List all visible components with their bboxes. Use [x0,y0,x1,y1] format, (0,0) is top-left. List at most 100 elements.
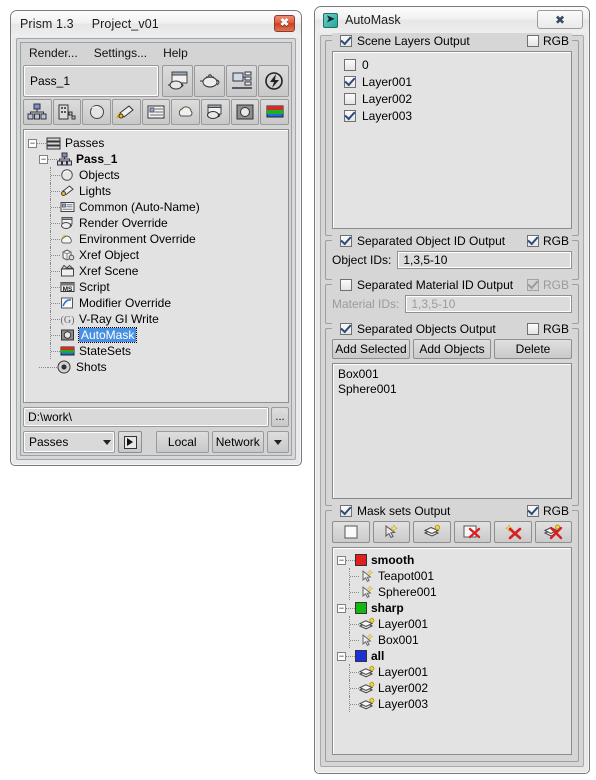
common-icon[interactable] [141,99,171,125]
render-preview-icon[interactable] [162,65,193,97]
mask-set-row[interactable]: − sharp [337,600,567,616]
expander-icon[interactable]: − [337,555,346,565]
mask-set-row[interactable]: − smooth [337,552,567,568]
tree-node-modifier-override[interactable]: Modifier Override [28,295,284,311]
scene-layer-row[interactable]: Layer003 [338,107,566,124]
scene-layers-enable-checkbox[interactable] [340,34,352,47]
prism-tree[interactable]: − Passes − Pass_1 Objects Lights Common … [23,129,289,403]
scene-layer-row[interactable]: Layer001 [338,73,566,90]
delete-mask-set-icon[interactable] [453,521,491,543]
scene-layer-checkbox[interactable] [344,109,356,122]
tree-node-render-override[interactable]: Render Override [28,215,284,231]
expander-icon[interactable]: − [39,154,48,164]
mask-set-item-row[interactable]: Box001 [337,632,567,648]
pass-name-input[interactable]: Pass_1 [23,65,159,97]
objects-output-rgb-checkbox[interactable] [526,322,539,335]
tree-node-lights[interactable]: Lights [28,183,284,199]
tree-label-pass1: Pass_1 [76,152,118,166]
tree-label-common-auto-name: Common (Auto-Name) [79,200,200,214]
tree-node-script[interactable]: MS Script [28,279,284,295]
expander-icon[interactable]: − [337,651,346,661]
add-objects-button[interactable]: Add Objects [413,339,491,359]
mask-set-item-row[interactable]: Layer002 [337,680,567,696]
scene-layer-row[interactable]: Layer002 [338,90,566,107]
mask-set-color-swatch[interactable] [355,650,367,662]
mask-set-item-row[interactable]: Layer001 [337,616,567,632]
render-options-dropdown[interactable] [267,431,289,453]
scope-select[interactable]: Passes [23,431,115,453]
tree-node-automask[interactable]: AutoMask [28,327,284,343]
mask-set-row[interactable]: − all [337,648,567,664]
material-id-enable-checkbox[interactable] [340,278,352,291]
object-id-rgb-checkbox[interactable] [526,234,539,247]
add-layer-icon[interactable] [413,521,451,543]
objects-output-list[interactable]: Box001 Sphere001 [332,363,572,499]
tree-node-common-auto-name[interactable]: Common (Auto-Name) [28,199,284,215]
output-path-input[interactable]: D:\work\ [23,407,269,427]
prism-close-button[interactable]: ✖ [274,15,295,32]
scene-layer-row[interactable]: 0 [338,56,566,73]
add-selected-button[interactable]: Add Selected [332,339,410,359]
tree-node-passes[interactable]: − Passes [28,135,284,151]
lights-icon[interactable] [112,99,141,125]
batch-icon[interactable] [52,99,82,125]
scene-layers-rgb-checkbox[interactable] [526,34,539,47]
mask-set-item-row[interactable]: Layer003 [337,696,567,712]
tree-node-objects[interactable]: Objects [28,167,284,183]
network-render-icon[interactable] [226,65,257,97]
mask-set-item-row[interactable]: Layer001 [337,664,567,680]
expander-icon[interactable]: − [28,138,37,148]
automask-icon[interactable] [230,99,260,125]
objects-output-enable-checkbox[interactable] [340,322,352,335]
scene-layer-checkbox[interactable] [344,58,356,71]
tree-node-environment-override[interactable]: Environment Override [28,231,284,247]
scene-layer-checkbox[interactable] [344,92,356,105]
objects-icon[interactable] [82,99,112,125]
tree-node-xref-scene[interactable]: Xref Scene [28,263,284,279]
tree-connector [51,254,60,256]
browse-button[interactable]: ... [271,407,289,427]
mask-set-item-row[interactable]: Sphere001 [337,584,567,600]
tree-node-pass1[interactable]: − Pass_1 [28,151,284,167]
object-id-input[interactable]: 1,3,5-10 [397,251,572,269]
menu-item-help[interactable]: Help [163,46,188,60]
scene-layers-list[interactable]: 0 Layer001 Layer002 Layer003 [332,51,572,229]
objects-output-item[interactable]: Box001 [338,367,566,382]
objects-output-item[interactable]: Sphere001 [338,382,566,397]
menu-item-settings[interactable]: Settings... [94,46,147,60]
mask-sets-enable-checkbox[interactable] [340,504,352,517]
tree-node-v-ray-gi-write[interactable]: (G) V-Ray GI Write [28,311,284,327]
mask-set-color-swatch[interactable] [355,602,367,614]
tree-node-xref-object[interactable]: Xref Object [28,247,284,263]
local-render-button[interactable]: Local [156,431,209,453]
teapot-icon[interactable] [194,65,225,97]
mask-set-color-swatch[interactable] [355,554,367,566]
tree-node-shots[interactable]: Shots [28,359,284,375]
pass-node-icon[interactable] [23,99,52,125]
delete-layer-icon[interactable] [534,521,572,543]
scene-layer-checkbox[interactable] [344,75,356,88]
object-id-enable-checkbox[interactable] [340,234,352,247]
menu-item-render[interactable]: Render... [29,46,78,60]
statesets-icon[interactable] [260,99,290,125]
delete-object-icon[interactable] [494,521,532,543]
mask-sets-rgb-checkbox[interactable] [526,504,539,517]
delete-button[interactable]: Delete [494,339,572,359]
material-id-input[interactable]: 1,3,5-10 [405,295,572,313]
flash-icon[interactable] [258,65,289,97]
object-icon [359,585,374,599]
mask-set-item-row[interactable]: Teapot001 [337,568,567,584]
render-play-button[interactable] [118,431,142,453]
tree-node-statesets[interactable]: StateSets [28,343,284,359]
environment-icon[interactable] [171,99,201,125]
tree-label-objects: Objects [79,168,120,182]
mask-sets-tree[interactable]: − smooth Teapot001 Sphere001 − sharp Layer001 B… [332,547,572,755]
object-id-field-label: Object IDs: [332,253,392,267]
new-mask-set-icon[interactable] [332,521,370,543]
material-id-rgb-checkbox[interactable] [526,278,539,291]
network-render-button[interactable]: Network [211,431,264,453]
add-object-icon[interactable] [372,521,410,543]
expander-icon[interactable]: − [337,603,346,613]
automask-close-button[interactable]: ✖ [537,10,583,29]
render-override-icon[interactable] [201,99,230,125]
